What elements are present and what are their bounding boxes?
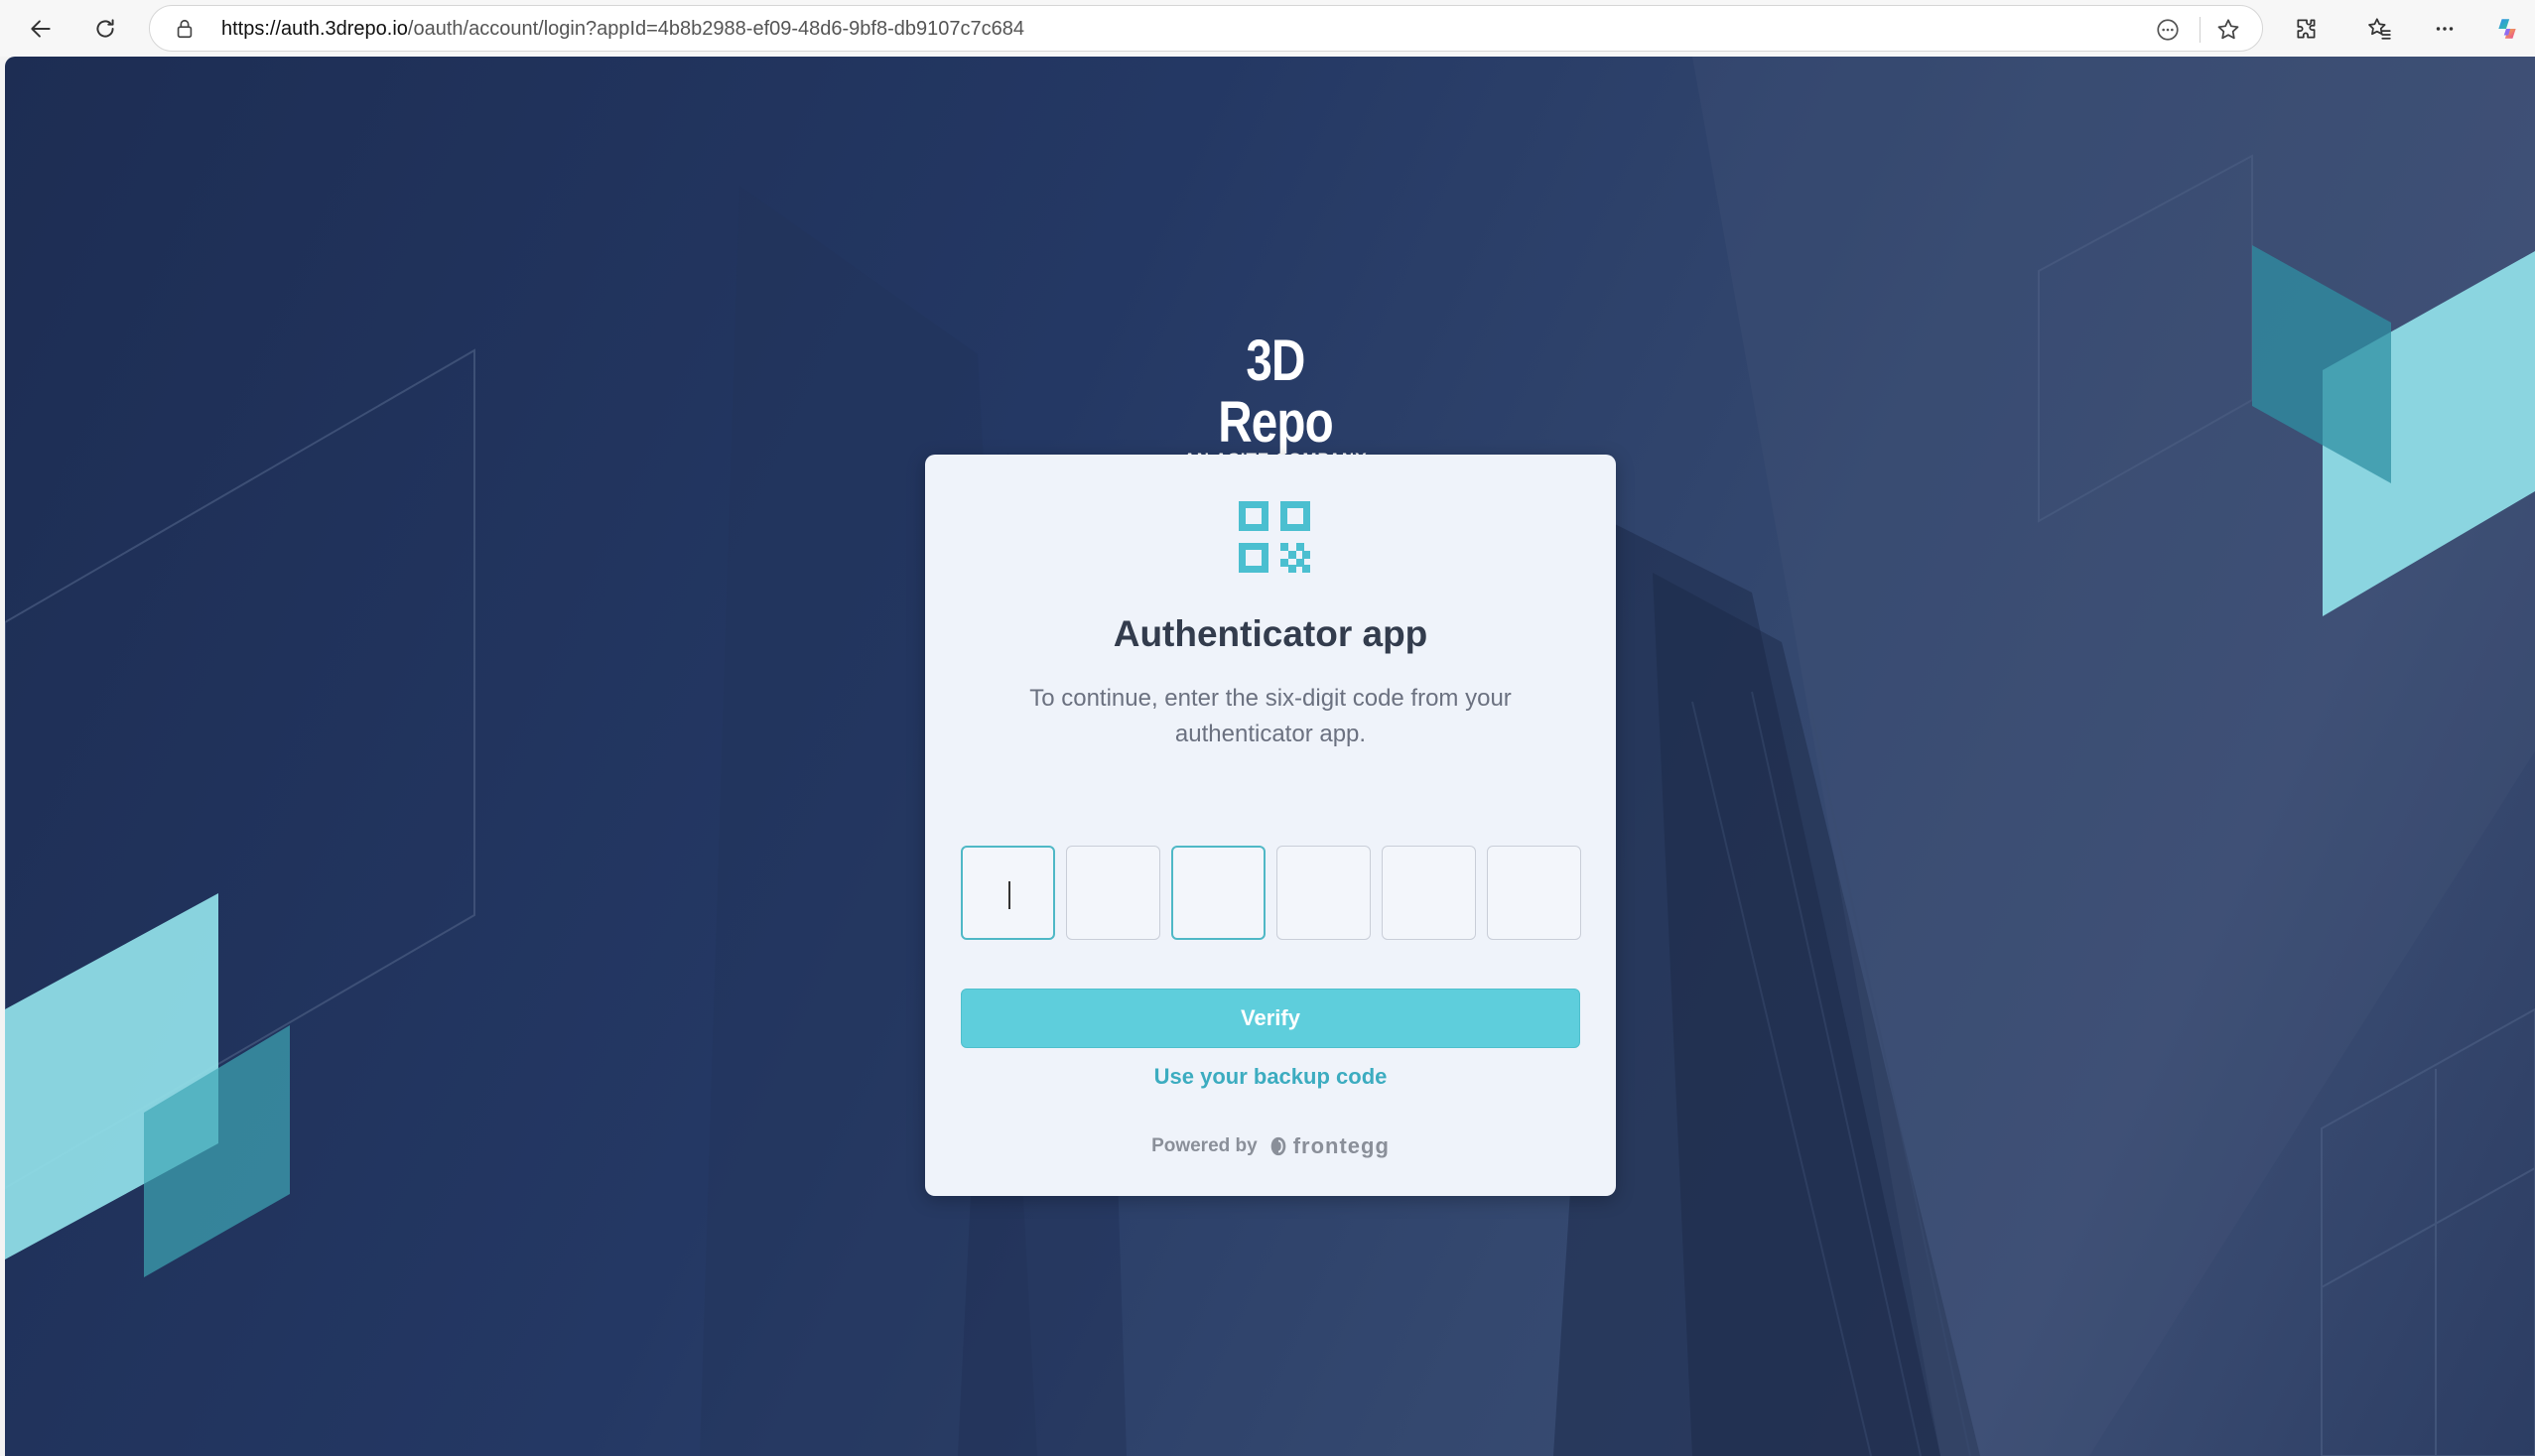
url-text[interactable]: https://auth.3drepo.io/oauth/account/log… bbox=[221, 6, 1024, 53]
copilot-button[interactable] bbox=[2486, 8, 2528, 50]
frontegg-logo[interactable]: frontegg bbox=[1268, 1133, 1390, 1159]
browser-toolbar: https://auth.3drepo.io/oauth/account/log… bbox=[0, 0, 2535, 57]
address-bar-divider bbox=[2200, 17, 2201, 43]
extensions-button[interactable] bbox=[2286, 8, 2328, 50]
back-button[interactable] bbox=[20, 8, 62, 50]
card-title: Authenticator app bbox=[1113, 613, 1428, 654]
copilot-icon bbox=[2498, 19, 2516, 39]
backup-code-link[interactable]: Use your backup code bbox=[925, 1064, 1616, 1090]
url-host: https://auth.3drepo.io bbox=[221, 18, 408, 40]
more-button[interactable] bbox=[2424, 8, 2466, 50]
refresh-icon bbox=[96, 19, 114, 38]
card-description: To continue, enter the six-digit code fr… bbox=[1029, 685, 1512, 747]
url-path: /oauth/account/login?appId=4b8b2988-ef09… bbox=[407, 18, 1024, 40]
frontegg-icon bbox=[1270, 1136, 1286, 1156]
authenticator-card: Authenticator app To continue, enter the… bbox=[925, 455, 1616, 1196]
more-icon bbox=[2436, 27, 2454, 31]
code-digit-4[interactable] bbox=[1276, 846, 1371, 940]
qr-code-icon bbox=[1239, 501, 1310, 573]
lock-icon[interactable] bbox=[174, 18, 196, 40]
code-digit-3[interactable] bbox=[1171, 846, 1266, 940]
favorite-star-icon[interactable] bbox=[2215, 17, 2241, 43]
refresh-button[interactable] bbox=[84, 8, 126, 50]
read-aloud-icon[interactable] bbox=[2155, 17, 2181, 43]
extensions-icon bbox=[2297, 19, 2316, 39]
logo-wordmark: 3D Repo bbox=[1218, 329, 1333, 455]
code-digit-6[interactable] bbox=[1487, 846, 1581, 940]
favorites-button[interactable] bbox=[2358, 8, 2400, 50]
brand-logo: 3D Repo AN ASITE COMPANY bbox=[1176, 331, 1375, 469]
code-digit-1[interactable] bbox=[961, 846, 1055, 940]
code-digit-2[interactable] bbox=[1066, 846, 1160, 940]
favorites-icon bbox=[2368, 18, 2391, 40]
address-bar[interactable]: https://auth.3drepo.io/oauth/account/log… bbox=[149, 5, 2263, 52]
page-viewport: 3D Repo AN ASITE COMPANY Authenticator a… bbox=[5, 57, 2535, 1456]
back-icon bbox=[31, 20, 51, 38]
powered-by-label: Powered by bbox=[1151, 1135, 1258, 1156]
code-input-group bbox=[961, 846, 1581, 940]
powered-by: Powered by frontegg bbox=[925, 1133, 1616, 1159]
text-caret bbox=[1008, 881, 1010, 909]
code-digit-5[interactable] bbox=[1382, 846, 1476, 940]
frontegg-wordmark: frontegg bbox=[1292, 1133, 1390, 1158]
verify-button[interactable]: Verify bbox=[961, 989, 1580, 1048]
